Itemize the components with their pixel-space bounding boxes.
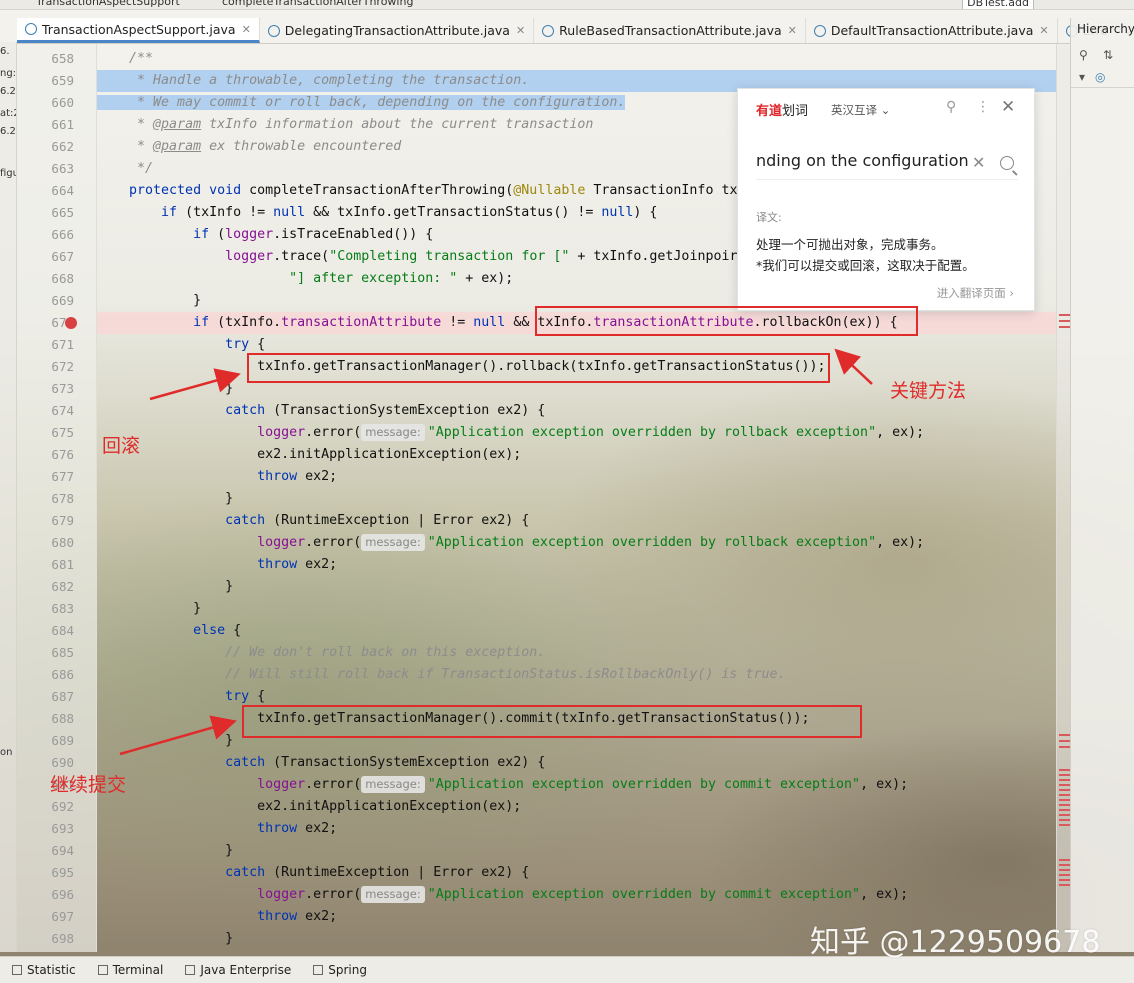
status-tool-3[interactable]: Spring bbox=[313, 963, 367, 977]
tool-window-icon bbox=[97, 965, 108, 975]
status-tool-label: Statistic bbox=[27, 963, 76, 977]
status-tool-0[interactable]: Statistic bbox=[12, 963, 76, 977]
status-tool-label: Java Enterprise bbox=[200, 963, 292, 977]
annotation-continue-commit: 继续提交 bbox=[50, 774, 127, 796]
status-tool-1[interactable]: Terminal bbox=[97, 963, 164, 977]
status-tool-label: Terminal bbox=[112, 963, 164, 977]
status-tool-label: Spring bbox=[328, 963, 367, 977]
arrow-commit bbox=[119, 715, 237, 756]
tool-window-icon bbox=[185, 965, 196, 975]
annotation-rollback: 回滚 bbox=[102, 435, 141, 457]
watermark: 知乎 @1229509678 bbox=[810, 925, 1101, 960]
arrow-rollback bbox=[149, 368, 241, 401]
status-tool-2[interactable]: Java Enterprise bbox=[185, 963, 291, 977]
annotation-key-method: 关键方法 bbox=[890, 380, 967, 402]
tool-window-icon bbox=[313, 965, 324, 975]
annotation-arrows bbox=[119, 348, 873, 756]
tool-window-icon bbox=[12, 965, 22, 975]
arrow-key-method bbox=[834, 348, 873, 385]
